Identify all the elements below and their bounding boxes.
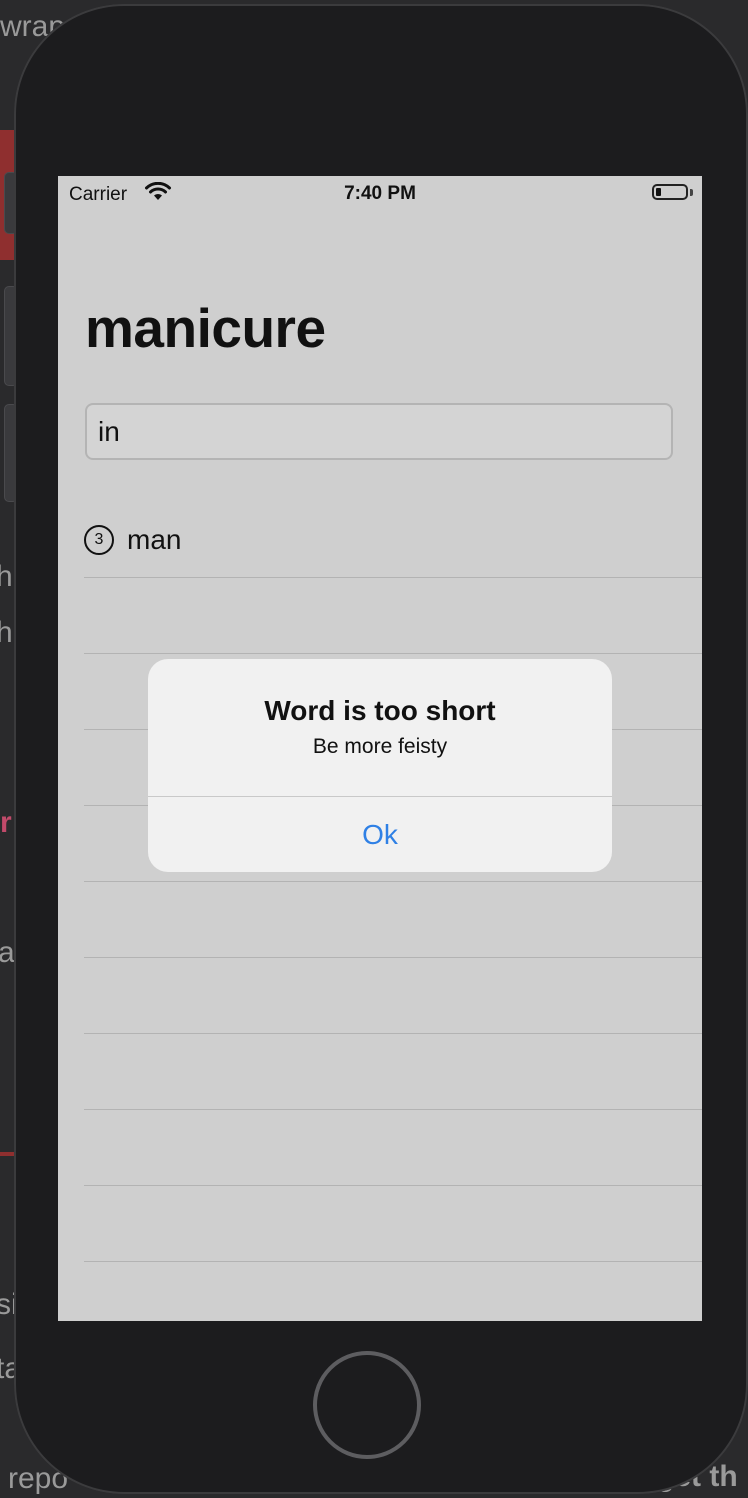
ok-button[interactable]: Ok — [148, 797, 612, 872]
root-word-title: manicure — [85, 297, 326, 359]
editor-red-line — [0, 1152, 14, 1156]
battery-tip — [690, 189, 693, 196]
list-item — [84, 958, 702, 1034]
status-bar: Carrier 7:40 PM — [58, 176, 702, 210]
list-item — [84, 578, 702, 654]
list-item — [84, 1186, 702, 1262]
status-time: 7:40 PM — [344, 183, 416, 204]
word-input[interactable] — [85, 403, 673, 460]
list-item — [84, 882, 702, 958]
alert-title: Word is too short — [264, 695, 496, 726]
used-words-list: 3 man — [84, 502, 702, 1262]
list-item — [84, 1110, 702, 1186]
list-item[interactable]: 3 man — [84, 502, 702, 578]
list-item — [84, 1034, 702, 1110]
alert-message: Be more feisty — [312, 735, 448, 758]
simulator-screen: Carrier 7:40 PM manicure 3 man Word is t… — [58, 176, 702, 1321]
editor-fragment: h — [0, 560, 13, 593]
home-button[interactable] — [313, 1351, 421, 1459]
editor-fragment: h — [0, 616, 13, 649]
battery-icon — [652, 184, 688, 200]
editor-fragment: a — [0, 936, 15, 969]
alert-dialog: Word is too short Be more feisty Ok — [148, 659, 612, 872]
used-word-label: man — [127, 524, 182, 555]
letter-count-icon: 3 — [84, 525, 114, 555]
editor-fragment: r — [0, 806, 12, 839]
